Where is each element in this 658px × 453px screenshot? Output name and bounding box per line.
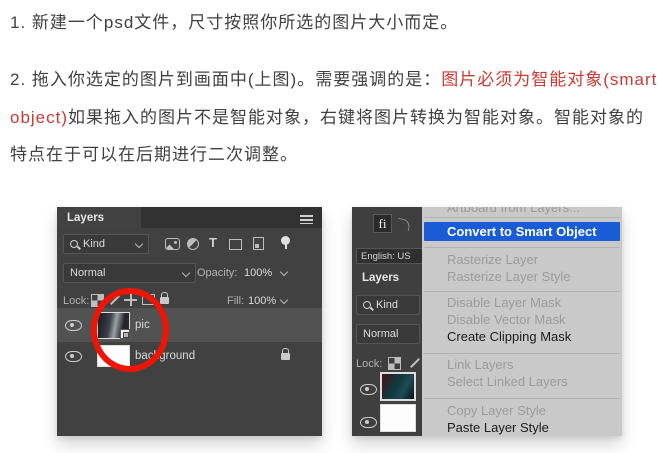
opacity-label: Opacity:	[197, 267, 238, 279]
chevron-down-icon[interactable]	[279, 267, 289, 277]
menu-item-rasterize-layer: Rasterize Layer	[447, 252, 539, 267]
step2-line2: object)如果拖入的图片不是智能对象，右键将图片转换为智能对象。智能对象的	[10, 103, 644, 128]
menu-separator	[424, 291, 620, 292]
context-menu-screenshot: fi English: US Layers Kind Normal Lock: …	[352, 207, 622, 436]
menu-separator	[424, 398, 620, 399]
fill-label: Fill:	[227, 295, 245, 307]
filter-smart-object-icon[interactable]	[253, 237, 264, 250]
opacity-value[interactable]: 100%	[244, 267, 272, 279]
layer-lock-icon	[281, 348, 290, 360]
tab-layers[interactable]: Layers	[352, 267, 430, 288]
filter-kind-dropdown[interactable]: Kind	[63, 234, 149, 254]
filter-kind-label: Kind	[376, 299, 399, 311]
lock-all-icon[interactable]	[160, 292, 169, 304]
layers-panel-screenshot: Layers Kind T Normal Opacity: 100% Lock:	[57, 207, 322, 436]
lock-paint-icon[interactable]	[410, 358, 420, 368]
filter-kind-label: Kind	[83, 238, 106, 250]
step2-line2-black: 如果拖入的图片不是智能对象，右键将图片转换为智能对象。智能对象的	[68, 108, 645, 127]
search-icon	[70, 240, 78, 248]
menu-item-convert-to-smart-object[interactable]: Convert to Smart Object	[424, 222, 620, 241]
panel-tab-bar: Layers	[57, 207, 322, 228]
menu-item-paste-layer-style[interactable]: Paste Layer Style	[422, 420, 622, 436]
layer-context-menu: Artboard from Layers... Convert to Smart…	[422, 207, 622, 436]
step2-line2-red: object)	[10, 108, 69, 127]
menu-separator	[424, 353, 620, 354]
menu-item-disable-vector-mask: Disable Vector Mask	[447, 312, 566, 327]
pen-icon	[395, 217, 412, 232]
chevron-down-icon[interactable]	[279, 295, 289, 305]
visibility-eye-icon[interactable]	[65, 351, 82, 362]
menu-item-select-linked-layers: Select Linked Layers	[447, 374, 568, 389]
menu-separator	[424, 217, 620, 218]
visibility-eye-icon[interactable]	[360, 417, 377, 428]
step2-line1-black: 2. 拖入你选定的图片到画面中(上图)。需要强调的是：	[10, 70, 442, 89]
blend-mode-dropdown[interactable]: Normal	[63, 263, 196, 283]
layer-thumbnail[interactable]	[380, 372, 416, 401]
filter-shape-layers-icon[interactable]	[229, 239, 242, 250]
filter-adjustment-layers-icon[interactable]	[187, 238, 199, 250]
filter-toggle-icon[interactable]	[281, 236, 290, 249]
language-selector[interactable]: English: US	[356, 248, 428, 264]
menu-item-partial-top: Artboard from Layers...	[447, 207, 580, 215]
step2-line3: 特点在于可以在后期进行二次调整。	[10, 145, 298, 164]
ligature-button[interactable]: fi	[373, 214, 392, 233]
annotation-red-circle	[91, 288, 169, 372]
blend-mode-value: Normal	[70, 267, 106, 279]
filter-kind-dropdown[interactable]: Kind	[356, 295, 420, 315]
tab-layers-label: Layers	[362, 271, 400, 284]
visibility-eye-icon[interactable]	[360, 384, 377, 395]
tab-layers[interactable]: Layers	[57, 207, 141, 228]
menu-item-disable-layer-mask: Disable Layer Mask	[447, 295, 562, 310]
menu-item-link-layers: Link Layers	[447, 357, 514, 372]
filter-type-layers-icon[interactable]: T	[209, 235, 217, 250]
fill-value[interactable]: 100%	[248, 295, 276, 307]
blend-mode-value: Normal	[363, 328, 399, 340]
lock-label: Lock:	[63, 295, 90, 307]
panel-menu-icon[interactable]	[300, 215, 313, 225]
visibility-eye-icon[interactable]	[65, 320, 82, 331]
step2-line1: 2. 拖入你选定的图片到画面中(上图)。需要强调的是：图片必须为智能对象(sma…	[10, 65, 657, 90]
blend-mode-dropdown[interactable]: Normal	[356, 324, 420, 344]
menu-item-copy-layer-style: Copy Layer Style	[447, 403, 546, 418]
tab-layers-label: Layers	[67, 211, 105, 224]
search-icon	[363, 301, 371, 309]
menu-separator	[424, 247, 620, 248]
layer-thumbnail[interactable]	[380, 404, 416, 432]
step1-text: 1. 新建一个psd文件，尺寸按照你所选的图片大小而定。	[10, 13, 459, 32]
step2-line1-red: 图片必须为智能对象(smart	[441, 70, 658, 89]
menu-item-create-clipping-mask[interactable]: Create Clipping Mask	[422, 329, 622, 345]
chevron-down-icon	[181, 268, 191, 278]
chevron-down-icon	[134, 239, 144, 249]
lock-label: Lock:	[356, 358, 383, 370]
filter-pixel-layers-icon[interactable]	[165, 238, 180, 250]
lock-transparency-icon[interactable]	[388, 357, 401, 370]
menu-item-rasterize-layer-style: Rasterize Layer Style	[447, 269, 571, 284]
tutorial-page: 1. 新建一个psd文件，尺寸按照你所选的图片大小而定。 2. 拖入你选定的图片…	[0, 0, 658, 453]
